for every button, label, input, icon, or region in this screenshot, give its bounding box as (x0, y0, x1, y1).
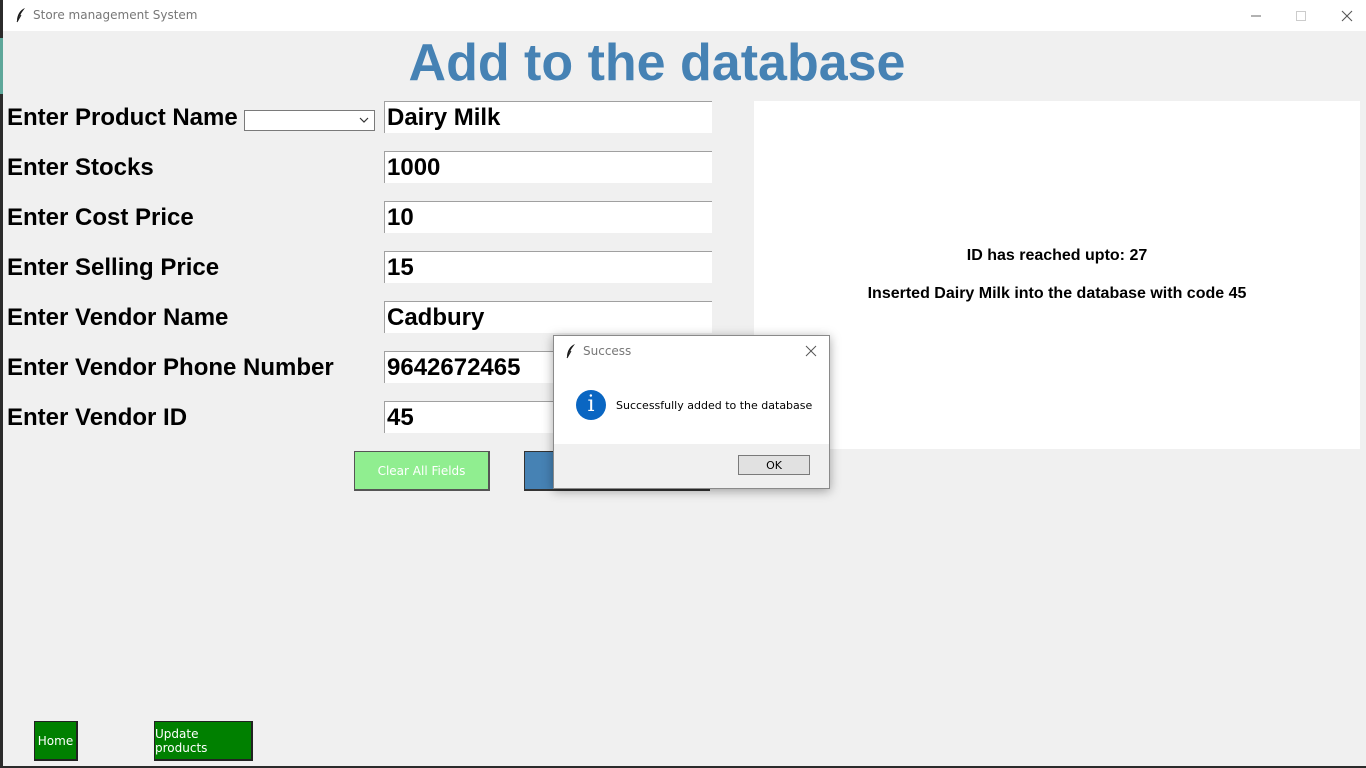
success-dialog: Success i Successfully added to the data… (553, 335, 830, 489)
close-icon (1341, 10, 1353, 21)
cost-price-label: Enter Cost Price (7, 204, 194, 231)
clear-all-fields-button[interactable]: Clear All Fields (354, 451, 490, 491)
product-name-label: Enter Product Name (7, 104, 238, 131)
cost-price-input[interactable]: 10 (384, 201, 712, 233)
selling-price-label: Enter Selling Price (7, 254, 220, 281)
update-products-button[interactable]: Update products (154, 721, 253, 761)
maximize-button[interactable] (1278, 0, 1324, 31)
stocks-label: Enter Stocks (7, 154, 154, 181)
vendor-phone-label: Enter Vendor Phone Number (7, 354, 334, 381)
ok-button[interactable]: OK (738, 455, 810, 475)
id-status-text: ID has reached upto: 27 (966, 247, 1148, 264)
stocks-input[interactable]: 1000 (384, 151, 712, 183)
vendor-name-label: Enter Vendor Name (7, 304, 229, 331)
vendor-id-label: Enter Vendor ID (7, 404, 188, 431)
minimize-button[interactable] (1233, 0, 1279, 31)
feather-icon (16, 8, 25, 23)
close-icon[interactable] (802, 342, 820, 360)
maximize-icon (1296, 10, 1306, 21)
product-name-input[interactable]: Dairy Milk (384, 101, 712, 133)
status-panel: ID has reached upto: 27 Inserted Dairy M… (754, 101, 1360, 449)
minimize-icon (1251, 15, 1261, 16)
product-name-dropdown[interactable] (244, 110, 375, 131)
selling-price-input[interactable]: 15 (384, 251, 712, 283)
insert-status-text: Inserted Dairy Milk into the database wi… (867, 285, 1247, 302)
page-title: Add to the database (408, 34, 906, 92)
info-icon: i (576, 390, 606, 420)
feather-icon (566, 344, 575, 359)
chevron-down-icon (359, 117, 369, 123)
vendor-name-input[interactable]: Cadbury (384, 301, 712, 333)
dialog-message: Successfully added to the database (616, 399, 813, 412)
close-button[interactable] (1324, 0, 1366, 31)
window-title: Store management System (33, 8, 198, 22)
home-button[interactable]: Home (34, 721, 78, 761)
title-bar: Store management System (3, 0, 1366, 31)
dialog-title: Success (583, 344, 632, 358)
